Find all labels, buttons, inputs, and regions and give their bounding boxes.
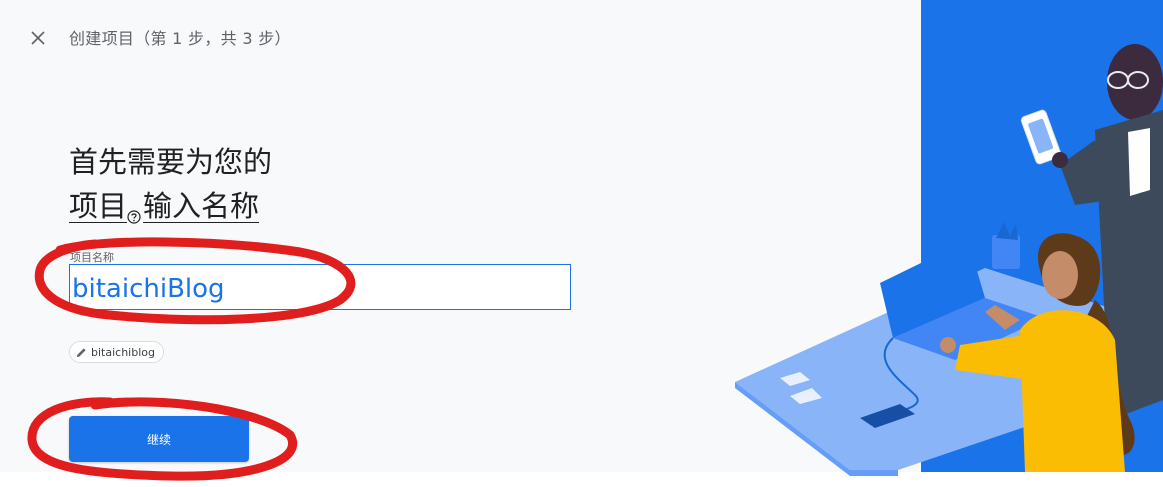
heading-line-2: 项目 输入名称	[69, 184, 272, 236]
woman-arm	[955, 335, 1030, 380]
illustration-background	[921, 0, 1163, 472]
project-id-chip[interactable]: bitaichiblog	[69, 341, 164, 363]
project-id-text: bitaichiblog	[91, 345, 155, 359]
man-glasses	[1107, 71, 1150, 89]
man-arm	[1060, 140, 1110, 205]
project-name-label: 项目名称	[70, 251, 114, 264]
woman-hand-2	[985, 305, 1020, 330]
close-button[interactable]	[26, 26, 50, 50]
project-name-input[interactable]	[69, 264, 571, 310]
heading-name-text: 输入名称	[143, 189, 260, 223]
woman-hand	[940, 337, 956, 353]
held-phone	[1020, 109, 1062, 165]
page-heading: 首先需要为您的 项目 输入名称	[69, 140, 272, 236]
held-phone-screen	[1028, 118, 1054, 154]
man-hand	[1052, 152, 1068, 168]
close-icon	[31, 31, 45, 45]
cup	[992, 235, 1020, 269]
man-shirt	[1128, 128, 1150, 196]
man-jacket	[1095, 110, 1163, 420]
woman-hair	[1038, 233, 1101, 306]
main-panel	[0, 0, 921, 472]
cup-pens	[996, 222, 1018, 240]
woman-face	[1042, 251, 1078, 299]
heading-line-1: 首先需要为您的	[69, 145, 273, 179]
woman-sweater	[1020, 310, 1125, 472]
step-title: 创建项目（第 1 步，共 3 步）	[69, 29, 291, 48]
pencil-icon	[76, 347, 86, 357]
woman-ponytail	[1085, 300, 1135, 455]
project-help-link[interactable]: 项目	[69, 189, 127, 223]
continue-button[interactable]: 继续	[69, 416, 249, 462]
man-head	[1107, 44, 1163, 120]
question-circle-icon[interactable]	[127, 192, 141, 236]
